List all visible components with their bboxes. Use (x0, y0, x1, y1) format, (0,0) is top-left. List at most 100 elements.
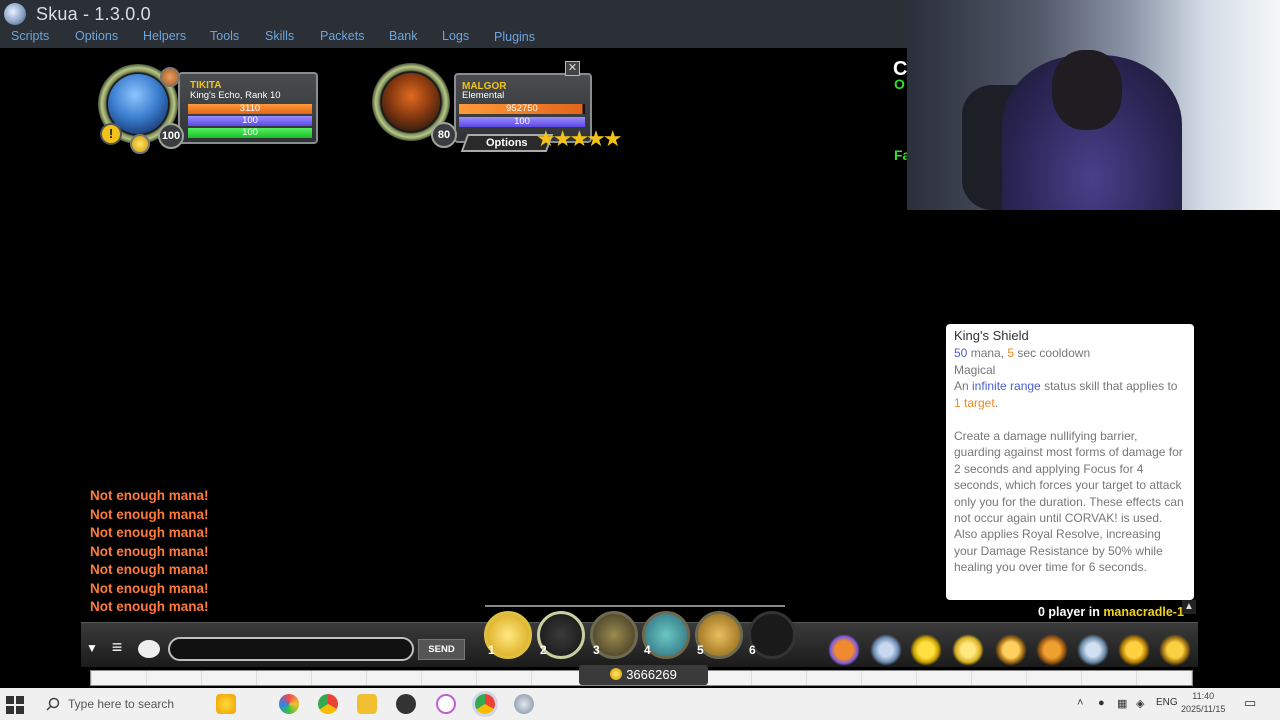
speech-bubble-icon[interactable] (138, 640, 160, 658)
game-client-window: Skua - 1.3.0.0 Scripts Options Helpers T… (0, 0, 1280, 720)
player-sp-bar: 100 (188, 128, 312, 138)
obs-icon[interactable] (396, 694, 416, 714)
tooltip-cooldown-label: sec cooldown (1014, 346, 1091, 361)
skill-number-4: 4 (644, 643, 651, 657)
menu-skills[interactable]: Skills (265, 29, 294, 43)
chat-message: Not enough mana! (90, 488, 209, 503)
tooltip-summary: An infinite range status skill that appl… (954, 378, 1186, 411)
gold-amount: 3666269 (626, 667, 677, 682)
color-app-icon[interactable] (279, 694, 299, 714)
tooltip-cost-line: 50 mana, 5 sec cooldown (954, 345, 1186, 361)
skua-logo-icon (4, 3, 26, 25)
tooltip-summary-end: . (994, 395, 999, 410)
notification-icon[interactable]: ▭ (1244, 695, 1256, 711)
os-taskbar: Type here to search ˄ ● ▦ ◈ ENG 11:40 20… (0, 688, 1280, 720)
magnifier-icon (46, 697, 60, 711)
menu-plugins[interactable]: Plugins (494, 30, 535, 44)
player-level-badge: 100 (158, 123, 184, 149)
menu-logs[interactable]: Logs (442, 29, 469, 43)
chrome-icon[interactable] (318, 694, 338, 714)
skill-bar-rail (485, 605, 785, 607)
difficulty-stars: ★★★★★ (536, 126, 623, 151)
quest-alert-icon[interactable]: ! (100, 123, 122, 145)
clock-date: 2025/11/15 (1181, 704, 1226, 714)
scroll-icon[interactable] (952, 634, 984, 666)
player-mp-bar: 100 (188, 116, 312, 126)
armor-icon[interactable] (870, 634, 902, 666)
copilot-sparkle-icon[interactable] (216, 694, 236, 714)
skill-number-5: 5 (697, 643, 704, 657)
player-class-rank: King's Echo, Rank 10 (190, 90, 281, 101)
gold-medal-icon (130, 134, 150, 154)
target-avatar (382, 73, 440, 131)
taskbar-search-placeholder: Type here to search (68, 697, 175, 711)
tooltip-mana-value: 50 (954, 346, 968, 361)
clock-time: 11:40 (1192, 691, 1215, 701)
tooltip-spacer (954, 411, 1186, 428)
tooltip-range: infinite range (972, 379, 1041, 394)
menu-helpers[interactable]: Helpers (143, 29, 186, 43)
menu-bar: Scripts Options Helpers Tools Skills Pac… (0, 28, 907, 48)
chrome-active-icon[interactable] (475, 694, 495, 714)
chat-message: Not enough mana! (90, 599, 209, 614)
close-target-icon[interactable]: ✕ (565, 61, 580, 76)
snipping-tool-icon[interactable] (436, 694, 456, 714)
volume-icon[interactable]: ◈ (1136, 697, 1144, 710)
side-status-fragment: O (894, 76, 905, 92)
gold-coin-icon (610, 668, 623, 680)
chat-input[interactable] (168, 637, 414, 661)
skill-number-3: 3 (593, 643, 600, 657)
chat-log: Not enough mana! Not enough mana! Not en… (90, 487, 290, 617)
player-frame[interactable]: TIKITA King's Echo, Rank 10 3110 100 100… (96, 62, 321, 157)
webcam-head (1052, 50, 1122, 130)
skill-tooltip: King's Shield 50 mana, 5 sec cooldown Ma… (946, 324, 1194, 600)
tooltip-type: Magical (954, 362, 996, 377)
window-title: Skua - 1.3.0.0 (36, 3, 151, 24)
target-level-badge: 80 (431, 122, 457, 148)
hamburger-icon[interactable]: ≡ (106, 637, 128, 659)
bag-icon[interactable] (1159, 634, 1191, 666)
rank-emblem-icon (160, 67, 180, 87)
gear-icon[interactable] (1077, 634, 1109, 666)
book-icon[interactable] (1036, 634, 1068, 666)
send-button[interactable]: SEND (418, 639, 465, 660)
target-type: Elemental (462, 90, 505, 101)
skua-app-icon[interactable] (514, 694, 534, 714)
tray-overflow-icon[interactable]: ˄ (1077, 697, 1083, 709)
chat-message: Not enough mana! (90, 525, 209, 540)
webcam-overlay (907, 0, 1280, 210)
gold-counter: 3666269 (579, 665, 708, 685)
chevron-down-icon[interactable]: ▼ (84, 641, 100, 659)
tooltip-targets: 1 target (954, 395, 995, 410)
room-name[interactable]: manacradle-1 (1103, 605, 1184, 619)
heart-icon[interactable] (828, 634, 860, 666)
target-frame[interactable]: MALGOR Elemental 952750 100 Options ★★★★… (370, 60, 623, 160)
quest-icon[interactable] (910, 634, 942, 666)
chat-message: Not enough mana! (90, 543, 209, 559)
chat-message: Not enough mana! (90, 506, 209, 522)
room-count-text: 0 player in (1038, 605, 1104, 619)
windows-logo-icon[interactable] (6, 696, 24, 714)
microphone-icon[interactable]: ● (1098, 697, 1105, 709)
taskbar-clock[interactable]: 11:40 2025/11/15 (1181, 690, 1225, 716)
title-bar: Skua - 1.3.0.0 (0, 0, 907, 28)
tooltip-title: King's Shield (954, 328, 1029, 343)
skill-number-1: 1 (488, 643, 495, 657)
menu-scripts[interactable]: Scripts (11, 29, 49, 43)
expand-up-icon[interactable]: ▲ (1182, 600, 1196, 614)
chat-message: Not enough mana! (90, 580, 209, 596)
language-indicator[interactable]: ENG (1156, 697, 1178, 708)
menu-bank[interactable]: Bank (389, 29, 418, 43)
menu-tools[interactable]: Tools (210, 29, 239, 43)
menu-packets[interactable]: Packets (320, 29, 364, 43)
player-hp-bar: 3110 (188, 104, 312, 114)
menu-options[interactable]: Options (75, 29, 118, 43)
tooltip-summary-mid: status skill that applies to (1040, 379, 1178, 394)
network-icon[interactable]: ▦ (1117, 697, 1127, 710)
tooltip-body: Create a damage nullifying barrier, guar… (954, 429, 1184, 575)
file-explorer-icon[interactable] (357, 694, 377, 714)
chest-icon[interactable] (1118, 634, 1150, 666)
skill-number-2: 2 (540, 643, 547, 657)
skill-number-6: 6 (749, 643, 756, 657)
house-icon[interactable] (995, 634, 1027, 666)
